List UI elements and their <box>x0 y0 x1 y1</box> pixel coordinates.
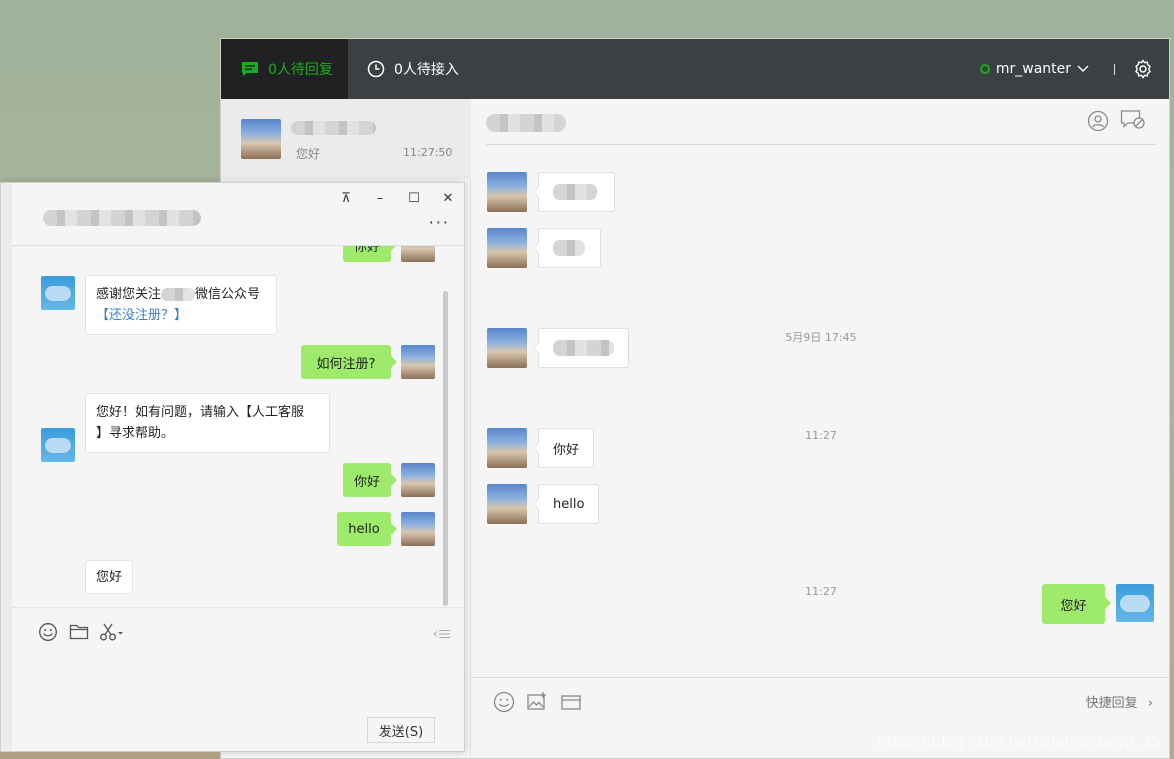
pin-button[interactable]: ⊼ <box>333 188 359 208</box>
message-text: hello <box>348 521 380 537</box>
agent-avatar <box>1116 584 1154 622</box>
contact-name-redacted <box>291 121 376 135</box>
message-line: 感谢您关注 微信公众号 <box>96 284 266 305</box>
tab-label: 0人待回复 <box>268 62 333 78</box>
message-bubble-sent: 您好 <box>1042 584 1111 624</box>
message-bubble-redacted <box>533 172 615 212</box>
card-message-icon[interactable] <box>560 691 582 713</box>
send-button[interactable]: 发送(S) <box>367 717 435 743</box>
tab-waiting[interactable]: 0人待接入 <box>367 39 517 99</box>
conversation-item[interactable]: 您好 11:27:50 <box>221 99 471 179</box>
input-divider <box>12 607 464 608</box>
chevron-down-icon <box>1077 65 1089 72</box>
message-text: hello <box>553 496 585 512</box>
contact-avatar <box>487 428 527 468</box>
chevron-right-icon: › <box>1147 696 1153 711</box>
chat-panel: ······ 5月9日 17:45 11:27 你好 hello 11:27 您… <box>471 99 1169 758</box>
message-bubble: 您好 <box>85 560 133 594</box>
message-text: 你好 <box>353 246 380 255</box>
chat-header <box>471 99 1169 145</box>
chat-title-redacted <box>43 210 201 226</box>
quick-reply-label: 快捷回复 <box>1085 696 1138 711</box>
history-icon[interactable] <box>433 629 451 639</box>
message-bubble: 感谢您关注 微信公众号 【还没注册？】 <box>85 275 277 335</box>
official-account-avatar <box>41 276 75 310</box>
my-avatar <box>401 512 435 546</box>
message-bubble: 你好 <box>532 428 595 468</box>
account-name-redacted <box>161 288 196 301</box>
tab-pending-reply[interactable]: 0人待回复 <box>221 39 348 99</box>
end-session-icon[interactable] <box>1120 109 1146 131</box>
transfer-user-icon[interactable] <box>1087 110 1109 132</box>
contact-avatar <box>487 228 527 268</box>
contact-avatar <box>487 172 527 212</box>
my-avatar <box>401 345 435 379</box>
maximize-button[interactable]: ☐ <box>401 188 427 208</box>
message-text: 你好 <box>353 474 380 490</box>
message-bubble-redacted <box>533 328 629 368</box>
close-button[interactable]: ✕ <box>435 188 461 208</box>
clock-icon <box>367 60 385 78</box>
message-list[interactable]: 你好 感谢您关注 微信公众号 【还没注册？】 如何注册? 您好！如有问题，请输入【… <box>12 246 464 607</box>
watermark: https://blog.csdn.net/zhanghuaiyu_35 <box>877 733 1161 751</box>
contact-avatar <box>487 328 527 368</box>
my-avatar <box>401 246 435 262</box>
agent-name: mr_wanter <box>995 61 1071 77</box>
window-edge <box>1 183 12 751</box>
more-options-button[interactable]: ··· <box>429 213 450 232</box>
online-status-icon <box>979 64 990 74</box>
desktop-background <box>0 752 220 759</box>
register-link[interactable]: 【还没注册？】 <box>96 305 266 326</box>
message-line: 】寻求帮助。 <box>96 426 175 441</box>
gear-icon[interactable] <box>1133 59 1153 79</box>
chat-icon <box>242 62 258 76</box>
message-text: 微信公众号 <box>195 287 261 302</box>
message-line: 您好！如有问题，请输入【人工客服 <box>96 405 305 420</box>
official-account-avatar <box>41 428 75 462</box>
emoji-icon[interactable] <box>493 691 515 713</box>
conversation-time: 11:27:50 <box>403 146 453 159</box>
divider <box>1114 64 1115 75</box>
chat-title-redacted <box>486 114 566 132</box>
contact-avatar <box>241 119 281 159</box>
minimize-button[interactable]: – <box>367 188 393 208</box>
emoji-icon[interactable] <box>38 622 58 642</box>
my-avatar <box>401 463 435 497</box>
scrolled-timestamp: ······ <box>786 141 856 147</box>
message-bubble: hello <box>532 484 600 524</box>
message-bubble-sent: 你好 <box>343 463 397 497</box>
message-text: 您好 <box>1060 598 1087 614</box>
wechat-chat-window: ⊼ – ☐ ✕ ··· 你好 感谢您关注 微信公众号 【还没注册？】 如何注册? … <box>0 182 465 752</box>
top-bar: 0人待回复 0人待接入 mr_wanter <box>221 39 1169 99</box>
contact-avatar <box>487 484 527 524</box>
folder-icon[interactable] <box>69 623 89 641</box>
image-icon[interactable] <box>526 691 548 713</box>
agent-status-dropdown[interactable]: mr_wanter <box>979 39 1089 99</box>
message-text: 你好 <box>553 442 580 458</box>
scissors-icon[interactable] <box>99 622 125 642</box>
tab-label: 0人待接入 <box>394 62 459 78</box>
message-bubble-redacted <box>533 228 601 268</box>
scrollbar[interactable] <box>443 291 448 606</box>
message-bubble-sent: 你好 <box>343 246 397 262</box>
conversation-preview: 您好 <box>296 147 321 161</box>
message-text: 您好 <box>95 569 122 585</box>
message-bubble-sent: hello <box>337 512 397 546</box>
message-text: 如何注册? <box>316 356 376 372</box>
message-bubble: 您好！如有问题，请输入【人工客服 】寻求帮助。 <box>85 393 330 453</box>
message-text: 感谢您关注 <box>96 287 162 302</box>
message-bubble-sent: 如何注册? <box>301 345 397 379</box>
quick-reply-button[interactable]: 快捷回复 › <box>1086 692 1153 711</box>
